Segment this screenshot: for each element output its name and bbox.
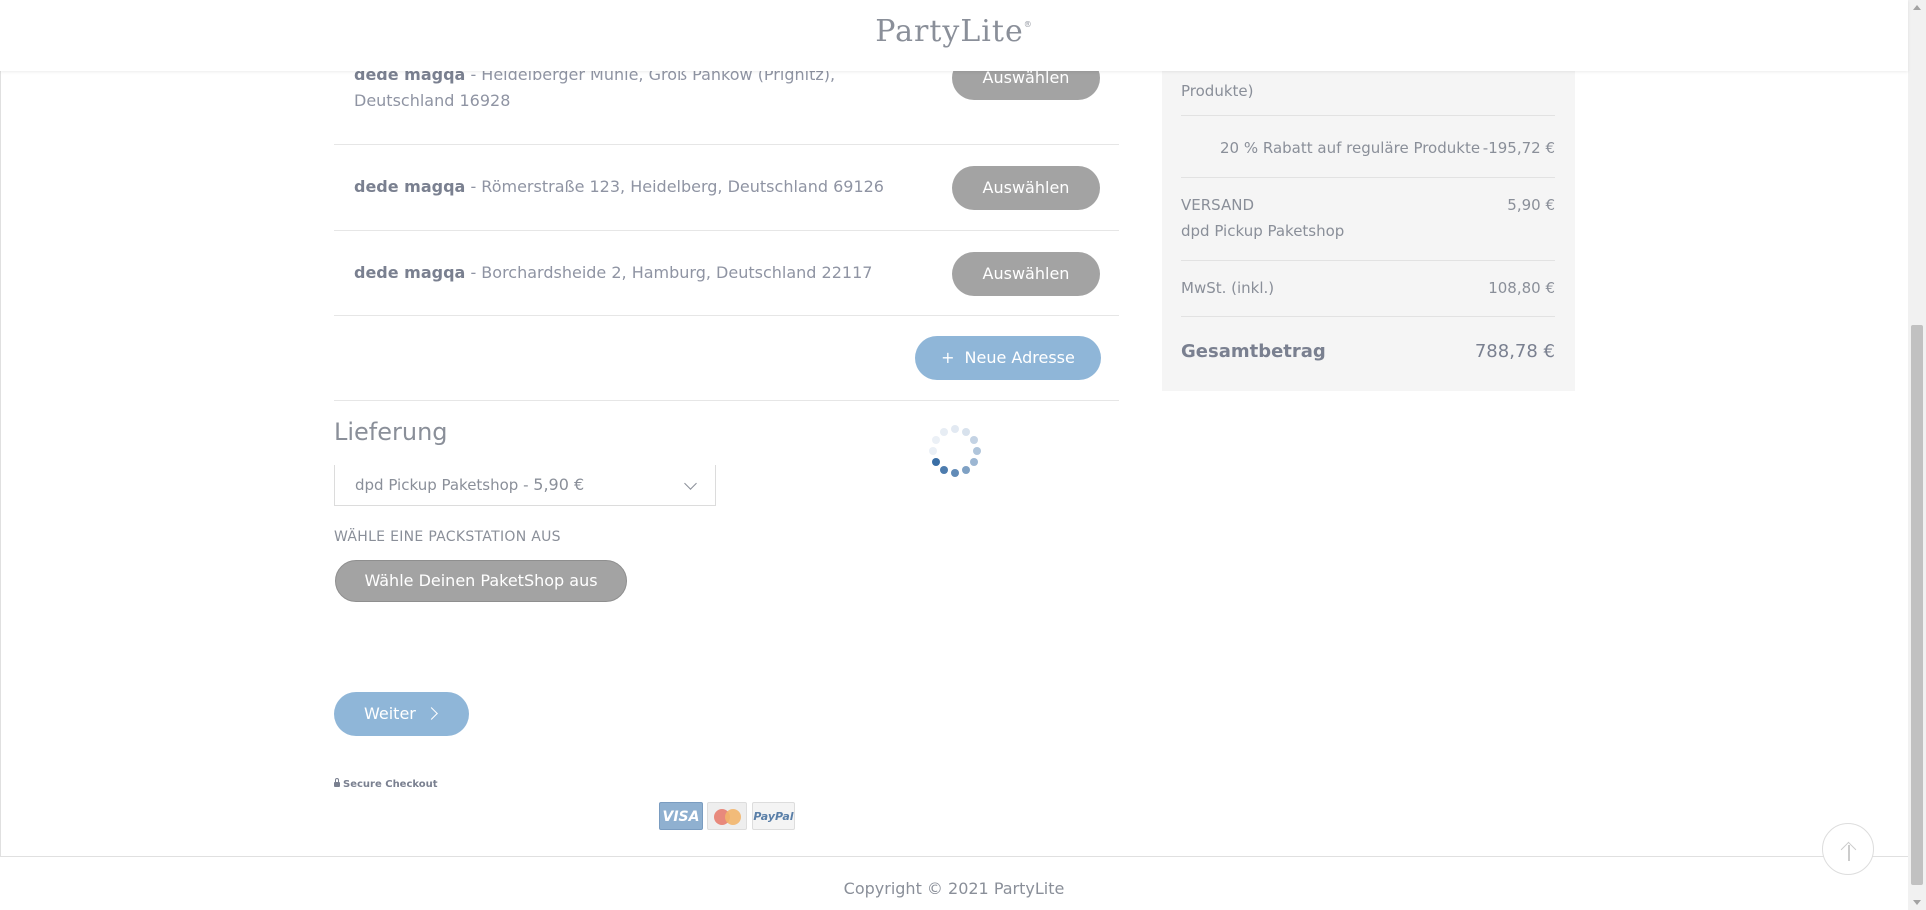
lock-icon <box>334 778 340 787</box>
scroll-up-arrow-icon[interactable] <box>1913 5 1921 10</box>
chevron-right-icon <box>425 707 438 720</box>
copyright-text: Copyright © 2021 PartyLite <box>843 879 1065 898</box>
scroll-down-arrow-icon[interactable] <box>1913 900 1921 905</box>
mastercard-icon <box>707 802 747 830</box>
content-border-left <box>0 71 1 856</box>
address-row: dede magqa - Römerstraße 123, Heidelberg… <box>334 145 1119 231</box>
summary-divider <box>1181 316 1555 317</box>
order-summary: Produkte) 20 % Rabatt auf reguläre Produ… <box>1162 71 1575 391</box>
new-address-label: Neue Adresse <box>964 348 1075 367</box>
delivery-title: Lieferung <box>334 418 448 446</box>
packstation-label: WÄHLE EINE PACKSTATION AUS <box>334 529 561 545</box>
shipping-label: VERSAND <box>1181 196 1254 214</box>
continue-button[interactable]: Weiter <box>334 692 469 736</box>
summary-divider <box>1181 260 1555 261</box>
logo-text: PartyLite <box>875 14 1024 49</box>
address-name: dede magqa <box>354 177 466 196</box>
registered-mark: ® <box>1023 20 1033 29</box>
delivery-method-select[interactable]: dpd Pickup Paketshop - 5,90 € <box>334 465 716 506</box>
scrollbar-thumb[interactable] <box>1911 325 1923 885</box>
address-text: dede magqa - Borchardsheide 2, Hamburg, … <box>354 260 914 286</box>
content-border-bottom <box>0 856 1908 857</box>
address-row: dede magqa - Borchardsheide 2, Hamburg, … <box>334 231 1119 316</box>
page-scrollbar[interactable] <box>1908 0 1926 910</box>
plus-icon: + <box>941 348 955 367</box>
shipping-value: 5,90 € <box>1507 196 1555 214</box>
paypal-icon: PayPal <box>752 802 795 830</box>
new-address-button[interactable]: + Neue Adresse <box>915 336 1101 380</box>
discount-label: 20 % Rabatt auf reguläre Produkte <box>1220 139 1481 157</box>
address-name: dede magqa <box>354 263 466 282</box>
site-header: PartyLite® <box>0 0 1908 71</box>
choose-paketshop-button[interactable]: Wähle Deinen PaketShop aus <box>335 560 627 602</box>
loading-spinner-icon <box>925 423 985 483</box>
secure-checkout: Secure Checkout <box>334 778 438 790</box>
summary-divider <box>1181 115 1555 116</box>
scroll-to-top-button[interactable] <box>1822 823 1874 875</box>
discount-value: -195,72 € <box>1482 139 1555 157</box>
total-label: Gesamtbetrag <box>1181 341 1326 362</box>
divider <box>334 400 1119 401</box>
total-value: 788,78 € <box>1474 341 1555 362</box>
address-detail: - Borchardsheide 2, Hamburg, Deutschland… <box>465 263 873 282</box>
summary-partial-text: Produkte) <box>1181 82 1254 100</box>
select-address-button[interactable]: Auswählen <box>952 252 1100 296</box>
partylite-logo[interactable]: PartyLite® <box>0 14 1908 49</box>
continue-label: Weiter <box>364 704 416 723</box>
shipping-method: dpd Pickup Paketshop <box>1181 222 1345 240</box>
select-address-button[interactable]: Auswählen <box>952 166 1100 210</box>
chevron-down-icon <box>684 477 697 490</box>
address-detail: - Römerstraße 123, Heidelberg, Deutschla… <box>465 177 884 196</box>
delivery-method-value: dpd Pickup Paketshop - 5,90 € <box>355 475 585 494</box>
vat-value: 108,80 € <box>1488 279 1555 297</box>
summary-divider <box>1181 177 1555 178</box>
address-text: dede magqa - Römerstraße 123, Heidelberg… <box>354 174 914 200</box>
visa-card-icon: VISA <box>659 802 703 830</box>
vat-label: MwSt. (inkl.) <box>1181 279 1275 297</box>
